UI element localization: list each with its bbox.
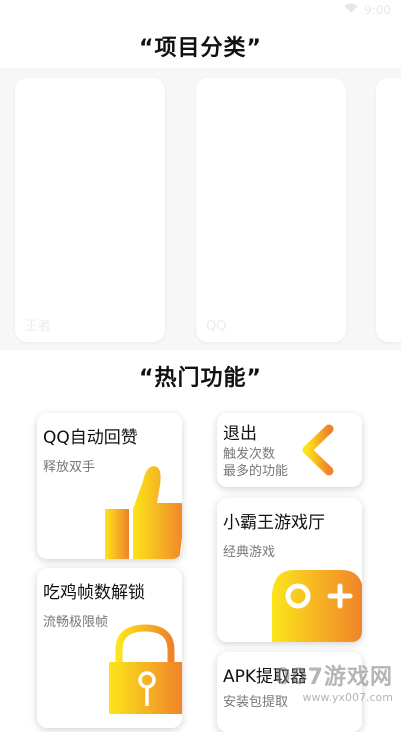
feature-card-title: 小霸王游戏厅	[223, 513, 325, 533]
category-carousel[interactable]: 王者 QQ	[0, 68, 401, 350]
category-card-label: 王者	[25, 319, 52, 334]
lock-icon	[109, 624, 182, 714]
feature-card-fps-unlock[interactable]: 吃鸡帧数解锁 流畅极限帧	[37, 568, 182, 728]
feature-card-title: QQ自动回赞	[43, 428, 138, 448]
feature-card-title: 吃鸡帧数解锁	[43, 583, 145, 603]
feature-card-subtitle: 流畅极限帧	[43, 615, 109, 630]
feature-card-subtitle: 经典游戏	[223, 545, 276, 560]
feature-card-exit[interactable]: 退出 触发次数 最多的功能	[217, 413, 362, 487]
status-time: 9:00	[364, 3, 391, 17]
category-card-qq[interactable]: QQ	[196, 78, 346, 342]
thumbs-up-icon	[105, 466, 182, 559]
gamepad-icon	[272, 570, 362, 642]
features-section-title: “热门功能”	[139, 366, 262, 391]
feature-card-subtitle-line2: 最多的功能	[223, 464, 289, 479]
feature-card-qq-auto-like[interactable]: QQ自动回赞 释放双手	[37, 413, 182, 559]
category-card-next[interactable]	[376, 78, 401, 342]
watermark: 007游戏网 www.yx007.com	[275, 659, 393, 704]
wifi-icon	[344, 3, 358, 17]
status-bar: 9:00	[0, 0, 401, 24]
feature-card-subtitle: 释放双手	[43, 460, 96, 475]
arrow-left-icon	[302, 424, 361, 476]
feature-card-subtitle-line1: 触发次数	[223, 447, 276, 462]
feature-card-xiaobawang[interactable]: 小霸王游戏厅 经典游戏	[217, 498, 362, 642]
feature-card-title: 退出	[223, 424, 257, 444]
watermark-main: 007游戏网	[275, 665, 393, 690]
category-card-label: QQ	[206, 319, 227, 334]
watermark-url: www.yx007.com	[302, 691, 393, 704]
category-card-wangzhe[interactable]: 王者	[15, 78, 165, 342]
category-section-title: “项目分类”	[139, 36, 262, 61]
